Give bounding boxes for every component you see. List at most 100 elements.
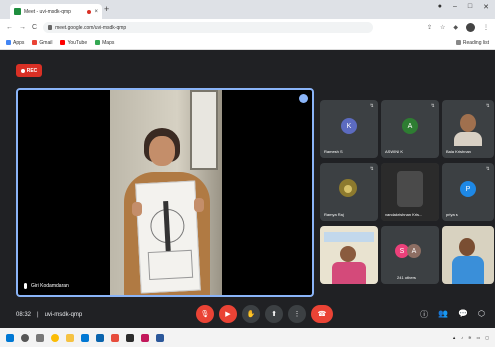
speaking-indicator-icon (299, 94, 308, 103)
bookmark-apps[interactable]: Apps (6, 40, 24, 46)
notification-icon[interactable]: ▢ (485, 335, 489, 340)
network-icon[interactable]: ▲ (452, 335, 456, 340)
gmail-icon (32, 40, 38, 45)
video-window (190, 90, 218, 170)
sketch-base (147, 249, 194, 281)
participant-name: Ramesh S (324, 149, 343, 154)
participant-tile[interactable]: ↯ Ramya Raj (320, 163, 378, 221)
bookmark-star-icon[interactable]: ☆ (440, 24, 445, 31)
wifi-icon[interactable]: ≋ (468, 335, 471, 340)
mic-icon (24, 283, 27, 289)
os-taskbar: ▲ ♪ ≋ ▭ ▢ (0, 328, 495, 347)
more-options-button[interactable]: ⋮ (288, 305, 306, 323)
bookmarks-bar: Apps Gmail YouTube Maps Reading list (0, 36, 495, 50)
profile-avatar[interactable] (466, 23, 475, 32)
meeting-info: 08:32 | uvi-msdk-qmp (16, 312, 82, 318)
info-icon[interactable]: ⓘ (420, 309, 428, 320)
participant-tile[interactable]: ↯ P priya s (442, 163, 494, 221)
start-icon[interactable] (6, 333, 14, 342)
tab-search-icon[interactable]: ● (438, 3, 442, 11)
mail-icon[interactable] (96, 333, 104, 342)
participant-name: vandakrishnan Kris... (385, 212, 423, 217)
browser-toolbar-icons: ⇪ ☆ ◆ ⋮ (427, 23, 489, 32)
left-hand (132, 202, 142, 216)
others-count: 241 others (397, 275, 416, 280)
activities-icon[interactable]: ⬡ (478, 309, 485, 320)
speaker-name-tag: Giri Kodamdaran (24, 283, 69, 289)
participant-tile[interactable]: ↯ vandakrishnan Kris... (381, 163, 439, 221)
participant-tile[interactable]: ↯ A ASWINI K (381, 100, 439, 158)
extensions-icon[interactable]: ◆ (453, 24, 458, 31)
share-icon[interactable]: ⇪ (427, 24, 432, 31)
meeting-time: 08:32 (16, 312, 32, 318)
bookmark-youtube[interactable]: YouTube (60, 40, 87, 46)
participant-tile[interactable] (442, 226, 494, 284)
participant-name: Bala Krishnan (446, 149, 471, 154)
url-input[interactable]: meet.google.com/uvi-msdk-qmp (43, 22, 374, 33)
participant-photo (320, 226, 378, 284)
search-icon[interactable] (21, 333, 29, 342)
meet-favicon-icon (14, 8, 21, 15)
camera-toggle-button[interactable]: ▶ (219, 305, 237, 323)
system-tray: ▲ ♪ ≋ ▭ ▢ (452, 335, 489, 340)
chrome-icon[interactable] (51, 333, 59, 342)
lock-icon (48, 25, 53, 30)
close-window-button[interactable]: ✕ (483, 3, 489, 11)
record-dot-icon (20, 68, 25, 73)
avatar: K (341, 118, 357, 134)
participant-tile[interactable]: ↯ K Ramesh S (320, 100, 378, 158)
explorer-icon[interactable] (66, 333, 74, 342)
bookmark-maps[interactable]: Maps (95, 40, 114, 46)
back-button[interactable]: ← (6, 24, 13, 31)
clock[interactable]: ▭ (476, 335, 480, 340)
mic-off-icon: ↯ (430, 103, 435, 109)
app-icon[interactable] (126, 333, 134, 342)
participant-photo (442, 226, 494, 284)
participant-tile[interactable] (320, 226, 378, 284)
chat-icon[interactable]: 💬 (458, 309, 468, 320)
reading-list[interactable]: Reading list (455, 40, 489, 46)
raise-hand-button[interactable]: ✋ (242, 305, 260, 323)
participant-name: priya s (446, 212, 458, 217)
participant-tile[interactable]: ↯ Bala Krishnan (442, 100, 494, 158)
volume-icon[interactable]: ♪ (461, 335, 463, 340)
minimize-button[interactable]: – (453, 3, 457, 11)
meet-stage: REC Giri Kodamdaran ↯ K Ramesh S ↯ A ASW… (0, 50, 495, 328)
task-view-icon[interactable] (36, 333, 44, 342)
speaker-video (110, 90, 222, 295)
new-tab-button[interactable]: + (104, 4, 109, 14)
apps-icon (6, 40, 11, 45)
maps-icon (95, 40, 101, 45)
mic-off-icon: ↯ (369, 103, 374, 109)
browser-tab[interactable]: Meet - uvi-msdk-qmp × (10, 4, 102, 19)
right-hand (194, 198, 204, 212)
main-speaker-tile[interactable]: Giri Kodamdaran (16, 88, 314, 297)
recording-badge: REC (16, 64, 42, 77)
people-icon[interactable]: 👥 (438, 309, 448, 320)
bookmark-gmail[interactable]: Gmail (32, 40, 52, 46)
photos-icon[interactable] (141, 333, 149, 342)
meeting-divider: | (37, 312, 39, 318)
others-tile[interactable]: S A 241 others (381, 226, 439, 284)
window-controls: ● – □ ✕ (438, 3, 489, 11)
maximize-button[interactable]: □ (468, 3, 472, 11)
forward-button[interactable]: → (19, 24, 26, 31)
reload-button[interactable]: C (32, 24, 37, 31)
youtube-icon (60, 40, 66, 45)
call-controls: 🎙 ▶ ✋ ⬆ ⋮ ☎ (196, 305, 333, 323)
end-call-button[interactable]: ☎ (311, 305, 333, 323)
others-avatar-stack-2: A (407, 244, 421, 258)
store-icon[interactable] (81, 333, 89, 342)
drawing-sheet (135, 180, 201, 294)
address-bar-row: ← → C meet.google.com/uvi-msdk-qmp ⇪ ☆ ◆… (0, 19, 495, 36)
meet-bottom-bar: 08:32 | uvi-msdk-qmp 🎙 ▶ ✋ ⬆ ⋮ ☎ ⓘ 👥 💬 ⬡ (0, 302, 495, 328)
participant-name: Ramya Raj (324, 212, 344, 217)
meet-side-icons: ⓘ 👥 💬 ⬡ (420, 309, 485, 320)
word-icon[interactable] (156, 333, 164, 342)
menu-kebab-icon[interactable]: ⋮ (483, 24, 489, 31)
mic-toggle-button[interactable]: 🎙 (196, 305, 214, 323)
tab-close-button[interactable]: × (94, 9, 98, 15)
recording-indicator-icon (87, 9, 92, 14)
present-button[interactable]: ⬆ (265, 305, 283, 323)
media-icon[interactable] (111, 333, 119, 342)
